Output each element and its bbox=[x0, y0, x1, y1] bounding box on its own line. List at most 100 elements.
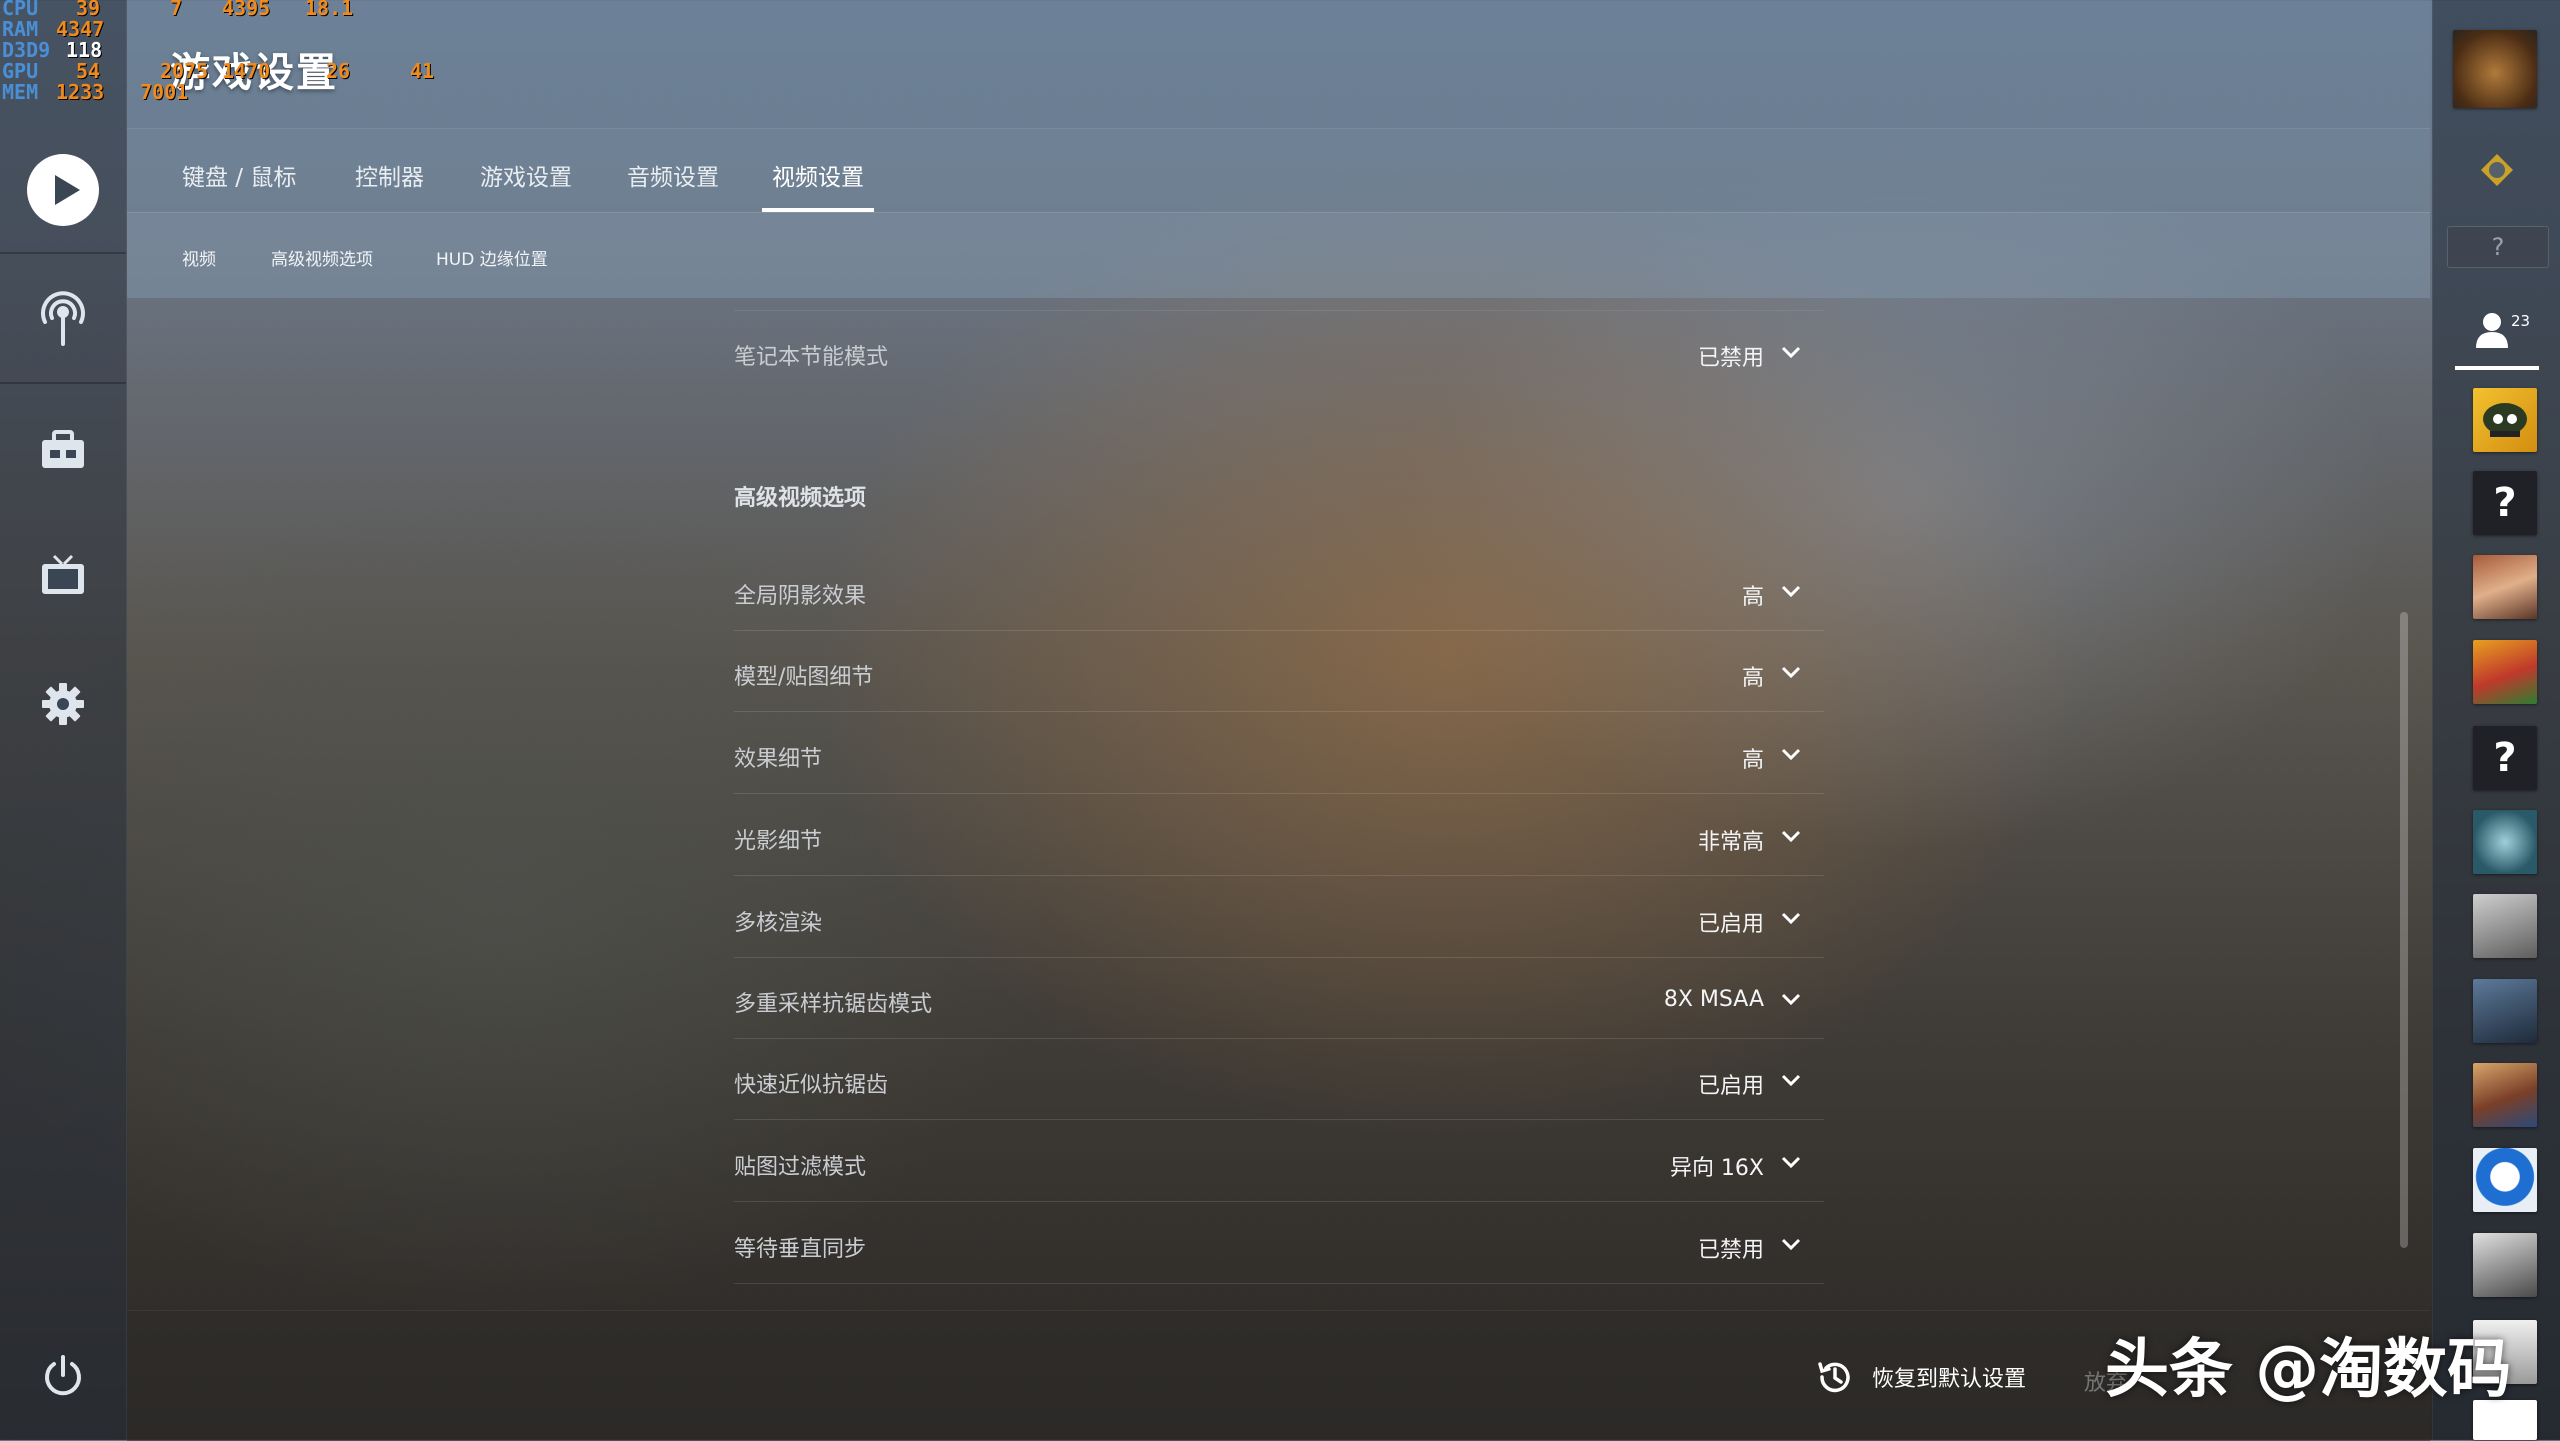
restore-defaults-label: 恢复到默认设置 bbox=[1872, 1367, 2027, 1392]
tab-controller[interactable]: 控制器 bbox=[355, 158, 424, 212]
setting-name: 快速近似抗锯齿 bbox=[734, 1073, 889, 1098]
overlay-cpu-power: 18.1 bbox=[305, 0, 354, 20]
friends-tab-underline bbox=[2455, 366, 2539, 370]
inventory-button[interactable] bbox=[0, 390, 126, 510]
friend-avatar[interactable] bbox=[2473, 1233, 2537, 1297]
overlay-label-gpu: GPU bbox=[2, 59, 39, 83]
friend-avatar[interactable] bbox=[2473, 810, 2537, 874]
overlay-gpu-power: 26 bbox=[326, 59, 351, 83]
settings-subtabs: 视频 高级视频选项 HUD 边缘位置 bbox=[127, 213, 2430, 298]
header-bar bbox=[127, 0, 2430, 129]
chevron-down-icon bbox=[1781, 1156, 1801, 1169]
overlay-label-mem: MEM bbox=[2, 80, 39, 104]
power-button[interactable] bbox=[0, 1316, 126, 1436]
play-icon bbox=[27, 154, 99, 226]
broadcast-icon bbox=[41, 291, 85, 346]
overlay-cpu-clock: 4395 bbox=[222, 0, 271, 20]
overlay-gpu-clock: 2075 bbox=[160, 59, 209, 83]
unknown-rank-badge[interactable]: ? bbox=[2447, 226, 2549, 268]
friend-avatar[interactable] bbox=[2473, 1148, 2537, 1212]
setting-value-dropdown[interactable]: 异向 16X bbox=[1670, 1150, 1764, 1182]
tab-video-settings-label: 视频设置 bbox=[772, 165, 864, 191]
friend-avatar[interactable] bbox=[2473, 555, 2537, 619]
settings-button[interactable] bbox=[0, 644, 126, 764]
person-icon bbox=[2476, 313, 2508, 348]
setting-row-laptop-power[interactable]: 笔记本节能模式 已禁用 bbox=[734, 310, 1824, 391]
overlay-gpu-fan: 41 bbox=[410, 59, 435, 83]
friend-avatar-unknown[interactable]: ? bbox=[2473, 726, 2537, 790]
chevron-down-icon bbox=[1781, 912, 1801, 925]
watermark-text: 头条 @淘数码 bbox=[2105, 1333, 2512, 1407]
subtab-hud-edge[interactable]: HUD 边缘位置 bbox=[436, 245, 548, 270]
tab-game-settings[interactable]: 游戏设置 bbox=[480, 158, 572, 212]
rank-badge-icon[interactable] bbox=[2477, 150, 2517, 194]
play-button[interactable] bbox=[0, 130, 126, 250]
friend-avatar[interactable] bbox=[2473, 640, 2537, 704]
friends-count-button[interactable]: 23 bbox=[2453, 300, 2541, 370]
overlay-label-ram: RAM bbox=[2, 17, 39, 41]
setting-name: 等待垂直同步 bbox=[734, 1237, 867, 1262]
friends-count: 23 bbox=[2511, 312, 2531, 330]
chevron-down-icon bbox=[1781, 1238, 1801, 1251]
chevron-down-icon bbox=[1781, 346, 1801, 359]
setting-row[interactable]: 全局阴影效果 高 bbox=[734, 550, 1824, 631]
overlay-gpu-temp: 1470 bbox=[222, 59, 271, 83]
gear-icon bbox=[42, 683, 84, 725]
overlay-gpu-usage: 54 bbox=[76, 59, 101, 83]
setting-value-dropdown[interactable]: 高 bbox=[1742, 579, 1764, 611]
setting-name: 多核渲染 bbox=[734, 911, 823, 936]
restore-defaults-button[interactable]: 恢复到默认设置 bbox=[1816, 1358, 2026, 1396]
setting-row[interactable]: 快速近似抗锯齿 已启用 bbox=[734, 1039, 1824, 1120]
right-sidebar: ? 23 ? ? bbox=[2432, 0, 2560, 1440]
settings-tabs: 键盘 / 鼠标 控制器 游戏设置 音频设置 视频设置 bbox=[127, 128, 2430, 213]
setting-row[interactable]: 模型/贴图细节 高 bbox=[734, 631, 1824, 712]
setting-row[interactable]: 光影细节 非常高 bbox=[734, 795, 1824, 876]
setting-value-dropdown[interactable]: 已启用 bbox=[1698, 906, 1764, 938]
setting-value-dropdown[interactable]: 8X MSAA bbox=[1664, 987, 1764, 1012]
setting-row[interactable]: 多重采样抗锯齿模式 8X MSAA bbox=[734, 958, 1824, 1039]
setting-name: 贴图过滤模式 bbox=[734, 1155, 867, 1180]
broadcast-button[interactable] bbox=[0, 258, 126, 378]
watch-button[interactable] bbox=[0, 516, 126, 636]
chevron-down-icon bbox=[1781, 993, 1801, 1006]
overlay-ram-used: 4347 bbox=[56, 17, 105, 41]
chevron-down-icon bbox=[1781, 748, 1801, 761]
tab-audio-settings[interactable]: 音频设置 bbox=[627, 158, 719, 212]
setting-name: 笔记本节能模式 bbox=[734, 345, 889, 370]
left-nav bbox=[0, 0, 127, 1440]
chevron-down-icon bbox=[1781, 666, 1801, 679]
setting-name: 全局阴影效果 bbox=[734, 584, 867, 609]
overlay-fps: 118 bbox=[66, 38, 103, 62]
setting-value-dropdown[interactable]: 已禁用 bbox=[1698, 1232, 1764, 1264]
friend-avatar[interactable] bbox=[2473, 894, 2537, 958]
friend-avatar[interactable] bbox=[2473, 1063, 2537, 1127]
setting-value-dropdown[interactable]: 高 bbox=[1742, 742, 1764, 774]
setting-value-dropdown[interactable]: 非常高 bbox=[1698, 824, 1764, 856]
setting-value-dropdown[interactable]: 高 bbox=[1742, 660, 1764, 692]
overlay-mem-used: 1233 bbox=[56, 80, 105, 104]
setting-name: 光影细节 bbox=[734, 829, 823, 854]
chevron-down-icon bbox=[1781, 1074, 1801, 1087]
tab-keyboard-mouse[interactable]: 键盘 / 鼠标 bbox=[182, 158, 296, 212]
setting-row[interactable]: 等待垂直同步 已禁用 bbox=[734, 1203, 1824, 1284]
tab-video-settings[interactable]: 视频设置 bbox=[762, 158, 874, 212]
profile-avatar[interactable] bbox=[2453, 30, 2537, 108]
setting-value-dropdown[interactable]: 已禁用 bbox=[1698, 340, 1764, 372]
setting-value-dropdown[interactable]: 已启用 bbox=[1698, 1068, 1764, 1100]
subtab-advanced-video[interactable]: 高级视频选项 bbox=[271, 245, 373, 270]
setting-row[interactable]: 多核渲染 已启用 bbox=[734, 877, 1824, 958]
overlay-label-d3d9: D3D9 bbox=[2, 38, 51, 62]
setting-row[interactable]: 效果细节 高 bbox=[734, 713, 1824, 794]
settings-scrollbar[interactable] bbox=[2400, 612, 2408, 1248]
setting-name: 多重采样抗锯齿模式 bbox=[734, 992, 933, 1017]
setting-name: 效果细节 bbox=[734, 747, 823, 772]
setting-row[interactable]: 贴图过滤模式 异向 16X bbox=[734, 1121, 1824, 1202]
setting-name: 模型/贴图细节 bbox=[734, 665, 874, 690]
briefcase-icon bbox=[42, 430, 84, 468]
friend-avatar-unknown[interactable]: ? bbox=[2473, 471, 2537, 535]
overlay-cpu-temp: 7 bbox=[170, 0, 183, 20]
friend-avatar[interactable] bbox=[2473, 388, 2537, 452]
friend-avatar[interactable] bbox=[2473, 979, 2537, 1043]
chevron-down-icon bbox=[1781, 585, 1801, 598]
subtab-video[interactable]: 视频 bbox=[182, 245, 216, 270]
